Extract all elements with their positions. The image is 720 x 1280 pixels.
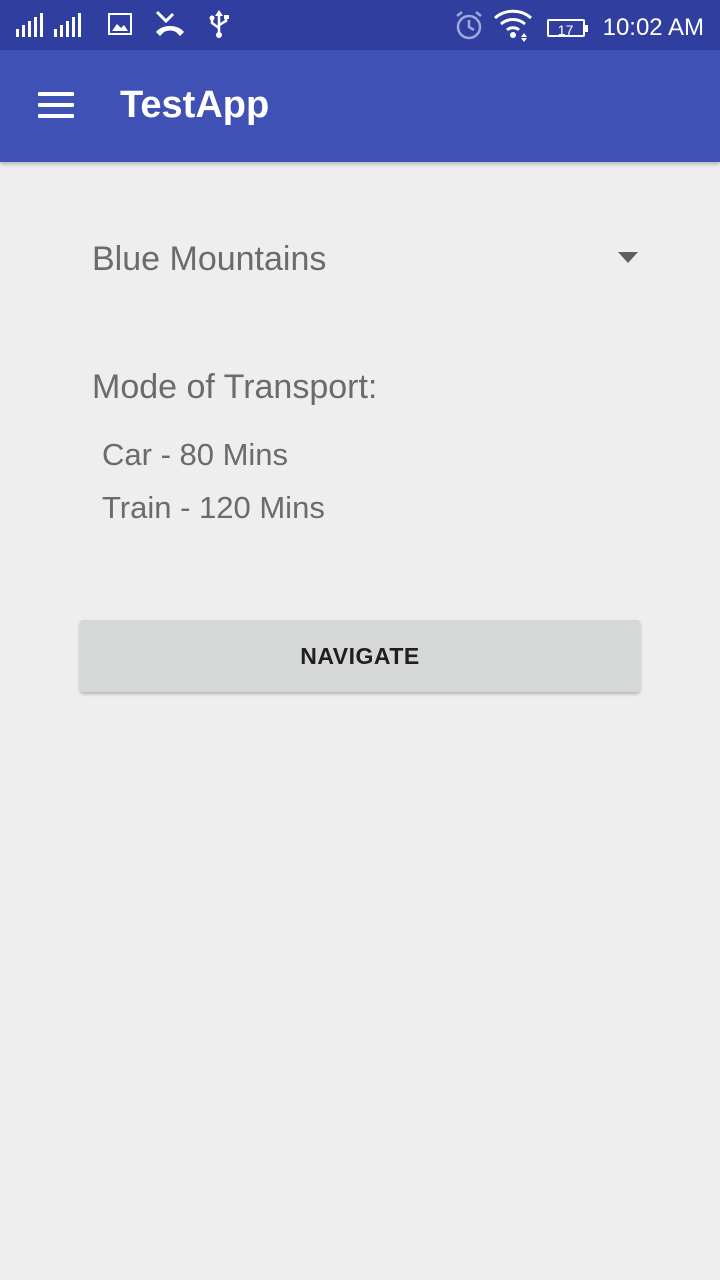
wifi-icon bbox=[493, 8, 533, 47]
status-bar-right: 17 10:02 AM bbox=[453, 8, 704, 47]
status-bar-left bbox=[16, 10, 252, 43]
transport-item-car: Car - 80 Mins bbox=[102, 437, 289, 472]
battery-icon: 17 bbox=[546, 18, 588, 38]
menu-bar-middle bbox=[38, 103, 74, 107]
destination-selected: Blue Mountains bbox=[92, 240, 327, 278]
status-bar: 17 10:02 AM bbox=[0, 0, 720, 50]
navigate-button[interactable]: NAVIGATE bbox=[80, 620, 640, 692]
usb-icon bbox=[208, 10, 230, 43]
app-title: TestApp bbox=[120, 84, 270, 126]
menu-bar-top bbox=[38, 92, 74, 96]
signal-icon bbox=[16, 11, 86, 42]
image-icon bbox=[108, 12, 132, 41]
app-bar: TestApp bbox=[0, 50, 720, 162]
dropdown-arrow-icon bbox=[618, 252, 638, 263]
menu-bar-bottom bbox=[38, 114, 74, 118]
alarm-icon bbox=[453, 9, 485, 46]
status-time: 10:02 AM bbox=[602, 13, 704, 41]
destination-spinner[interactable]: Blue Mountains bbox=[80, 222, 644, 300]
missed-call-icon bbox=[154, 10, 186, 43]
transport-item-train: Train - 120 Mins bbox=[102, 490, 325, 525]
hamburger-menu-icon[interactable] bbox=[28, 86, 84, 126]
transport-heading: Mode of Transport: bbox=[92, 368, 378, 406]
battery-level: 17 bbox=[557, 21, 574, 38]
